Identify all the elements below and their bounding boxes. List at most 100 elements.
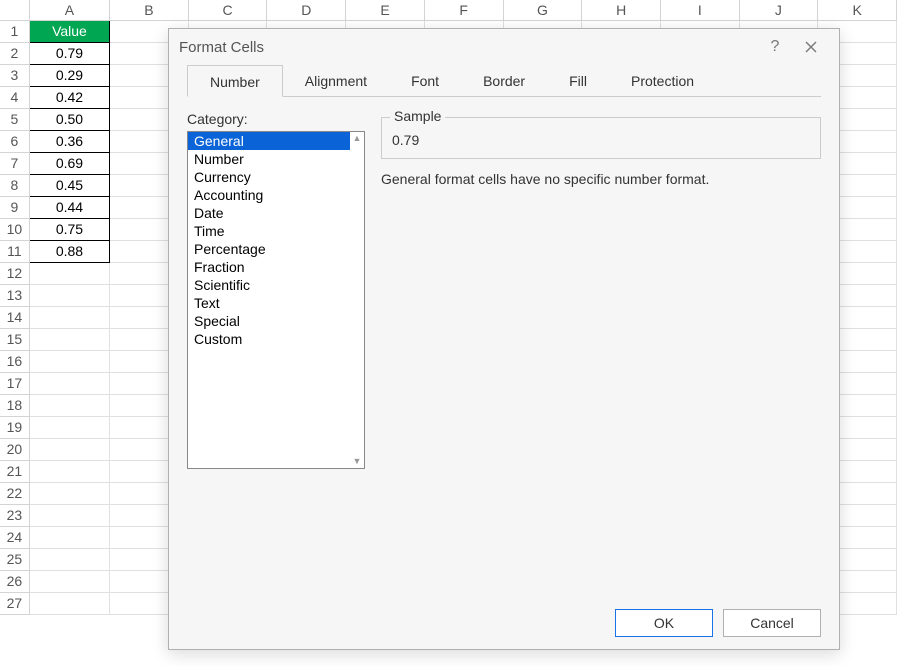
cell-A24[interactable] — [29, 526, 109, 548]
category-item-percentage[interactable]: Percentage — [188, 240, 350, 258]
cell-A2[interactable]: 0.79 — [29, 42, 109, 64]
sample-group: Sample 0.79 — [381, 117, 821, 159]
col-header-F[interactable]: F — [424, 0, 503, 20]
cell-A25[interactable] — [29, 548, 109, 570]
cell-A22[interactable] — [29, 482, 109, 504]
row-header-15[interactable]: 15 — [0, 328, 29, 350]
row-header-2[interactable]: 2 — [0, 42, 29, 64]
select-all-corner[interactable] — [0, 0, 29, 20]
close-button[interactable] — [793, 32, 829, 62]
cell-A7[interactable]: 0.69 — [29, 152, 109, 174]
cell-A17[interactable] — [29, 372, 109, 394]
col-header-D[interactable]: D — [267, 0, 346, 20]
category-list[interactable]: GeneralNumberCurrencyAccountingDateTimeP… — [187, 131, 365, 469]
row-header-17[interactable]: 17 — [0, 372, 29, 394]
category-item-general[interactable]: General — [188, 132, 350, 150]
row-header-23[interactable]: 23 — [0, 504, 29, 526]
row-header-10[interactable]: 10 — [0, 218, 29, 240]
category-item-time[interactable]: Time — [188, 222, 350, 240]
dialog-titlebar[interactable]: Format Cells ? — [169, 29, 839, 65]
category-item-custom[interactable]: Custom — [188, 330, 350, 348]
cell-A15[interactable] — [29, 328, 109, 350]
row-header-11[interactable]: 11 — [0, 240, 29, 262]
col-header-G[interactable]: G — [503, 0, 582, 20]
tab-font[interactable]: Font — [389, 65, 461, 97]
col-header-A[interactable]: A — [29, 0, 109, 20]
cell-A9[interactable]: 0.44 — [29, 196, 109, 218]
cell-A27[interactable] — [29, 592, 109, 614]
row-header-13[interactable]: 13 — [0, 284, 29, 306]
row-header-3[interactable]: 3 — [0, 64, 29, 86]
cell-A13[interactable] — [29, 284, 109, 306]
cancel-button[interactable]: Cancel — [723, 609, 821, 637]
row-header-6[interactable]: 6 — [0, 130, 29, 152]
cell-A6[interactable]: 0.36 — [29, 130, 109, 152]
tab-number[interactable]: Number — [187, 65, 283, 97]
row-header-20[interactable]: 20 — [0, 438, 29, 460]
cell-A26[interactable] — [29, 570, 109, 592]
row-header-25[interactable]: 25 — [0, 548, 29, 570]
category-item-currency[interactable]: Currency — [188, 168, 350, 186]
cell-A19[interactable] — [29, 416, 109, 438]
category-item-number[interactable]: Number — [188, 150, 350, 168]
tab-border[interactable]: Border — [461, 65, 547, 97]
col-header-C[interactable]: C — [188, 0, 267, 20]
category-label: Category: — [187, 111, 365, 127]
tab-alignment[interactable]: Alignment — [283, 65, 389, 97]
col-header-H[interactable]: H — [582, 0, 661, 20]
row-header-21[interactable]: 21 — [0, 460, 29, 482]
help-button[interactable]: ? — [757, 32, 793, 62]
scrollbar[interactable]: ▲ ▼ — [350, 132, 364, 468]
col-header-I[interactable]: I — [660, 0, 739, 20]
cell-A3[interactable]: 0.29 — [29, 64, 109, 86]
cell-A23[interactable] — [29, 504, 109, 526]
row-header-24[interactable]: 24 — [0, 526, 29, 548]
tab-fill[interactable]: Fill — [547, 65, 609, 97]
dialog-footer: OK Cancel — [187, 597, 821, 637]
close-icon — [805, 41, 817, 53]
dialog-title: Format Cells — [179, 39, 757, 56]
cell-A21[interactable] — [29, 460, 109, 482]
cell-A8[interactable]: 0.45 — [29, 174, 109, 196]
cell-A20[interactable] — [29, 438, 109, 460]
cell-A1[interactable]: Value — [29, 20, 109, 42]
scroll-down-icon: ▼ — [353, 457, 362, 466]
cell-A12[interactable] — [29, 262, 109, 284]
col-header-E[interactable]: E — [346, 0, 425, 20]
cell-A5[interactable]: 0.50 — [29, 108, 109, 130]
col-header-B[interactable]: B — [110, 0, 189, 20]
cell-A14[interactable] — [29, 306, 109, 328]
cell-A10[interactable]: 0.75 — [29, 218, 109, 240]
category-item-date[interactable]: Date — [188, 204, 350, 222]
category-item-scientific[interactable]: Scientific — [188, 276, 350, 294]
row-header-26[interactable]: 26 — [0, 570, 29, 592]
row-header-19[interactable]: 19 — [0, 416, 29, 438]
row-header-18[interactable]: 18 — [0, 394, 29, 416]
row-header-22[interactable]: 22 — [0, 482, 29, 504]
col-header-K[interactable]: K — [818, 0, 897, 20]
row-header-9[interactable]: 9 — [0, 196, 29, 218]
row-header-14[interactable]: 14 — [0, 306, 29, 328]
tab-protection[interactable]: Protection — [609, 65, 716, 97]
category-column: Category: GeneralNumberCurrencyAccountin… — [187, 111, 365, 597]
cell-A11[interactable]: 0.88 — [29, 240, 109, 262]
format-description: General format cells have no specific nu… — [381, 171, 821, 187]
category-item-fraction[interactable]: Fraction — [188, 258, 350, 276]
cell-A16[interactable] — [29, 350, 109, 372]
category-item-special[interactable]: Special — [188, 312, 350, 330]
row-header-8[interactable]: 8 — [0, 174, 29, 196]
row-header-7[interactable]: 7 — [0, 152, 29, 174]
category-item-text[interactable]: Text — [188, 294, 350, 312]
row-header-4[interactable]: 4 — [0, 86, 29, 108]
cell-A18[interactable] — [29, 394, 109, 416]
col-header-J[interactable]: J — [739, 0, 818, 20]
cell-A4[interactable]: 0.42 — [29, 86, 109, 108]
category-item-accounting[interactable]: Accounting — [188, 186, 350, 204]
format-cells-dialog: Format Cells ? NumberAlignmentFontBorder… — [168, 28, 840, 650]
row-header-16[interactable]: 16 — [0, 350, 29, 372]
row-header-1[interactable]: 1 — [0, 20, 29, 42]
row-header-5[interactable]: 5 — [0, 108, 29, 130]
ok-button[interactable]: OK — [615, 609, 713, 637]
row-header-27[interactable]: 27 — [0, 592, 29, 614]
row-header-12[interactable]: 12 — [0, 262, 29, 284]
